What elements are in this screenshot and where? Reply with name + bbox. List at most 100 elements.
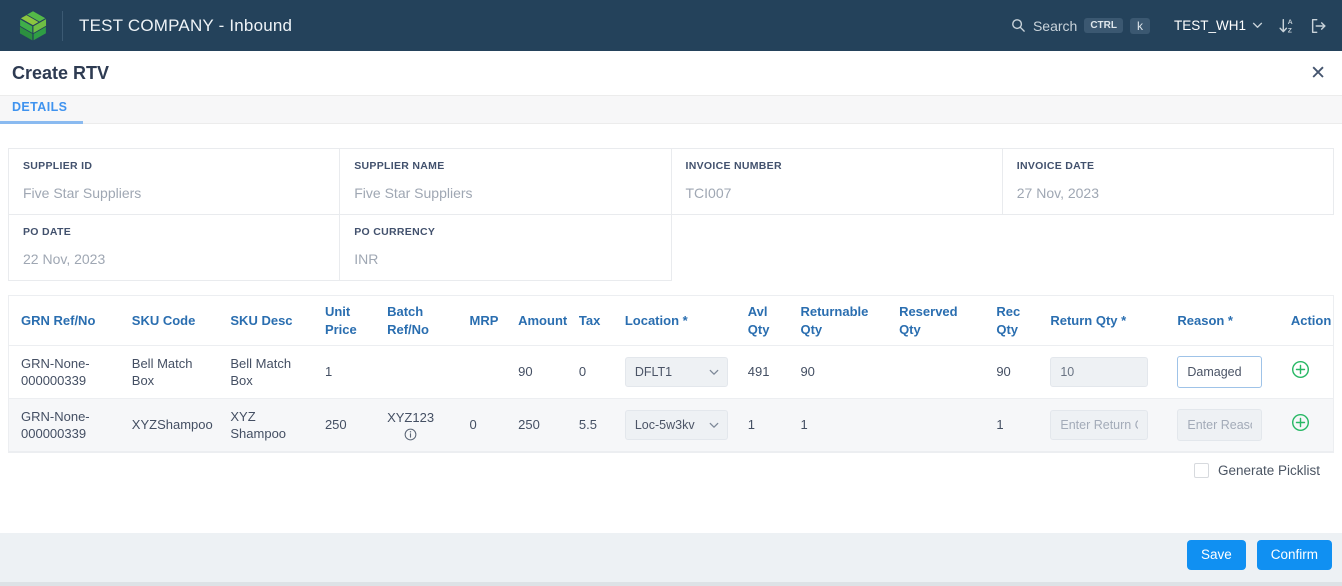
cell-batch: XYZ123: [387, 410, 435, 426]
field-label: INVOICE DATE: [1016, 160, 1095, 172]
cell-tax: 0: [566, 345, 613, 400]
app-title: TEST COMPANY - Inbound: [79, 15, 293, 35]
close-icon[interactable]: ✕: [1310, 64, 1326, 83]
col-tax: Tax: [566, 296, 613, 347]
svg-text:Z: Z: [1288, 27, 1292, 34]
cell-tax: 5.5: [566, 398, 613, 453]
col-reason: Reason *: [1165, 296, 1279, 347]
col-action: Action: [1278, 296, 1333, 347]
logo-cube-icon: [18, 9, 48, 42]
col-avl-qty: Avl Qty: [735, 296, 789, 347]
shortcut-ctrl-badge: CTRL: [1084, 18, 1123, 33]
search-icon: [1012, 19, 1025, 32]
field-label: SUPPLIER ID: [23, 160, 93, 172]
field-label: SUPPLIER NAME: [354, 160, 445, 172]
tab-details[interactable]: DETAILS: [0, 100, 84, 124]
col-unit-price: Unit Price: [312, 296, 376, 347]
footer-action-bar: Save Confirm: [0, 533, 1342, 586]
field-invoice-date: INVOICE DATE 27 Nov, 2023: [1002, 149, 1334, 215]
page-title: Create RTV: [12, 62, 110, 83]
cell-mrp: 0: [457, 398, 507, 453]
field-value: Five Star Suppliers: [354, 185, 473, 201]
generate-picklist-checkbox[interactable]: [1193, 463, 1209, 479]
return-qty-input[interactable]: [1050, 410, 1149, 441]
col-mrp: MRP: [457, 296, 507, 347]
cell-returnable-qty: 1: [788, 398, 888, 453]
cell-grn: GRN-None-000000339: [9, 398, 120, 453]
warehouse-name: TEST_WH1: [1173, 18, 1246, 33]
generate-picklist-label: Generate Picklist: [1217, 463, 1320, 479]
search-label: Search: [1032, 17, 1078, 34]
cell-returnable-qty: 90: [788, 345, 888, 400]
confirm-button[interactable]: Confirm: [1256, 539, 1332, 570]
svg-text:A: A: [1288, 19, 1293, 26]
field-po-date: PO DATE 22 Nov, 2023: [9, 215, 341, 281]
info-icon[interactable]: [404, 428, 417, 441]
col-batch-ref: Batch Ref/No: [375, 296, 458, 347]
location-value: Loc-5w3kv: [634, 417, 695, 432]
cell-grn: GRN-None-000000339: [9, 345, 120, 400]
location-select[interactable]: DFLT1: [624, 357, 728, 388]
header-divider: [62, 10, 63, 41]
tab-bar-filler: [83, 96, 1342, 124]
field-value: Five Star Suppliers: [23, 185, 142, 201]
add-row-button[interactable]: [1291, 413, 1310, 432]
location-select[interactable]: Loc-5w3kv: [624, 410, 728, 441]
reason-input[interactable]: [1177, 409, 1263, 442]
field-value: TCI007: [685, 185, 732, 201]
chevron-down-icon: [1252, 22, 1263, 28]
reason-input[interactable]: [1177, 356, 1263, 389]
field-supplier-id: SUPPLIER ID Five Star Suppliers: [9, 149, 341, 215]
app-header: TEST COMPANY - Inbound Search CTRL k TES…: [0, 0, 1342, 51]
cell-amount: 90: [506, 345, 567, 400]
cell-sku-desc: XYZ Shampoo: [218, 398, 313, 453]
logout-icon[interactable]: [1309, 17, 1328, 35]
col-amount: Amount: [506, 296, 567, 347]
sort-alpha-icon[interactable]: A Z: [1277, 17, 1295, 35]
shortcut-k-badge: k: [1129, 17, 1150, 34]
field-value: INR: [354, 251, 379, 267]
picklist-option-row: Generate Picklist: [0, 453, 1342, 479]
table-row: GRN-None-000000339 XYZShampoo XYZ Shampo…: [9, 398, 1333, 453]
col-location: Location *: [612, 296, 736, 347]
cell-sku-code: Bell Match Box: [119, 345, 219, 400]
chevron-down-icon: [709, 369, 719, 375]
col-grn-ref: GRN Ref/No: [9, 296, 120, 347]
cell-rec-qty: 90: [984, 345, 1039, 400]
table-row: GRN-None-000000339 Bell Match Box Bell M…: [9, 345, 1333, 400]
field-label: PO CURRENCY: [354, 226, 436, 238]
field-label: INVOICE NUMBER: [685, 160, 782, 172]
cell-mrp: [457, 345, 507, 400]
plus-circle-icon: [1291, 414, 1309, 432]
cell-avl-qty: 1: [735, 398, 789, 453]
chevron-down-icon: [709, 422, 719, 428]
cell-sku-code: XYZShampoo: [119, 398, 219, 453]
plus-circle-icon: [1291, 361, 1309, 379]
field-invoice-number: INVOICE NUMBER TCI007: [671, 149, 1003, 215]
cell-amount: 250: [506, 398, 567, 453]
location-value: DFLT1: [634, 364, 673, 379]
company-logo: [14, 7, 52, 45]
cell-reserved-qty: [887, 345, 985, 400]
field-value: 22 Nov, 2023: [23, 251, 106, 267]
add-row-button[interactable]: [1291, 360, 1310, 379]
cell-avl-qty: 491: [735, 345, 789, 400]
save-button[interactable]: Save: [1186, 539, 1246, 570]
return-qty-input[interactable]: [1050, 357, 1149, 388]
col-sku-desc: SKU Desc: [218, 296, 313, 347]
rtv-details-form: SUPPLIER ID Five Star Suppliers SUPPLIER…: [8, 148, 1334, 281]
cell-reserved-qty: [887, 398, 985, 453]
cell-sku-desc: Bell Match Box: [218, 345, 313, 400]
table-header-row: GRN Ref/No SKU Code SKU Desc Unit Price …: [9, 296, 1333, 347]
col-return-qty: Return Qty *: [1038, 296, 1166, 347]
form-empty-cell: [1002, 215, 1334, 281]
global-search[interactable]: Search CTRL k: [1011, 17, 1150, 34]
form-empty-cell: [671, 215, 1003, 281]
tab-bar: DETAILS: [0, 95, 1342, 124]
warehouse-selector[interactable]: TEST_WH1: [1174, 18, 1263, 33]
cell-unit-price: 250: [312, 398, 376, 453]
panel-header: Create RTV ✕: [0, 51, 1342, 95]
rtv-items-table: GRN Ref/No SKU Code SKU Desc Unit Price …: [8, 295, 1334, 454]
cell-rec-qty: 1: [984, 398, 1039, 453]
field-supplier-name: SUPPLIER NAME Five Star Suppliers: [340, 149, 672, 215]
